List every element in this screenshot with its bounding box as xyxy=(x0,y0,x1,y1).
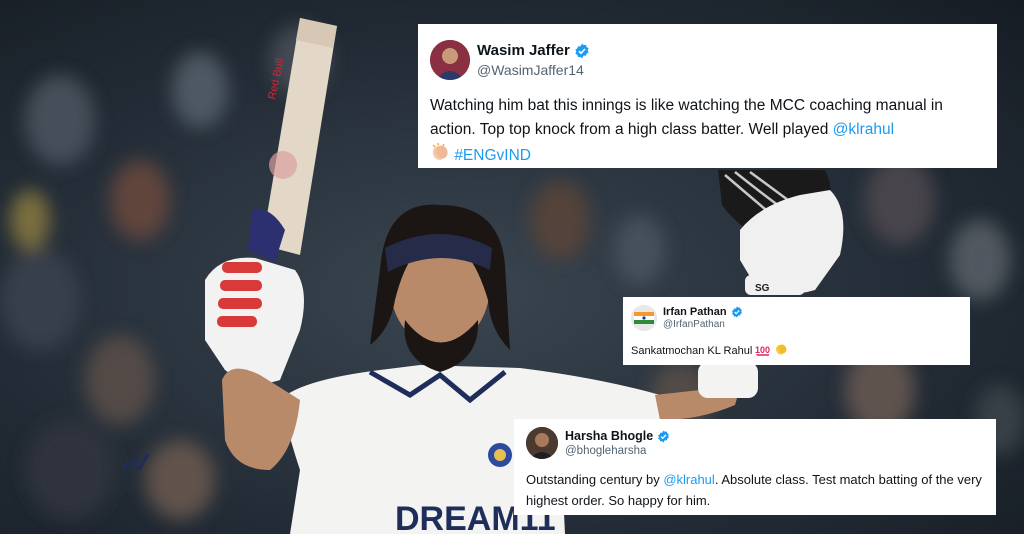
user-handle[interactable]: @WasimJaffer14 xyxy=(477,62,590,78)
display-name[interactable]: Irfan Pathan xyxy=(663,306,727,318)
svg-text:100: 100 xyxy=(755,345,770,355)
india-flag-icon xyxy=(631,305,657,331)
display-name[interactable]: Wasim Jaffer xyxy=(477,42,570,59)
tweet-text: Watching him bat this innings is like wa… xyxy=(430,94,985,168)
display-name[interactable]: Harsha Bhogle xyxy=(565,429,653,443)
verified-badge-icon xyxy=(575,43,589,58)
clapping-hands-icon xyxy=(432,142,448,160)
tweet-card-harsha-bhogle[interactable]: Harsha Bhogle @bhogleharsha Outstanding … xyxy=(514,419,996,515)
user-handle[interactable]: @IrfanPathan xyxy=(663,319,743,330)
tweet-header: Harsha Bhogle @bhogleharsha xyxy=(526,427,984,459)
tweet-text: Outstanding century by @klrahul. Absolut… xyxy=(526,469,984,511)
avatar[interactable] xyxy=(631,305,657,331)
verified-badge-icon xyxy=(731,306,742,318)
user-handle[interactable]: @bhogleharsha xyxy=(565,445,670,457)
hashtag-link[interactable]: #ENGvIND xyxy=(454,147,531,164)
mention-link[interactable]: @klrahul xyxy=(833,121,894,138)
avatar[interactable] xyxy=(430,40,470,80)
india-crest-icon xyxy=(488,443,512,467)
tweet-text: Sankatmochan KL Rahul 100 xyxy=(631,342,962,357)
svg-text:SG: SG xyxy=(755,283,770,294)
tweet-header: Wasim Jaffer @WasimJaffer14 xyxy=(430,40,985,80)
tweet-header: Irfan Pathan @IrfanPathan xyxy=(631,305,962,331)
profile-photo-icon xyxy=(430,40,470,80)
avatar[interactable] xyxy=(526,427,558,459)
clapping-hands-icon xyxy=(776,344,787,355)
profile-photo-icon xyxy=(526,427,558,459)
tweet-body: Sankatmochan KL Rahul xyxy=(631,345,756,357)
tweet-card-wasim-jaffer[interactable]: Wasim Jaffer @WasimJaffer14 Watching him… xyxy=(418,24,997,168)
hundred-points-icon: 100 xyxy=(755,345,770,356)
mention-link[interactable]: @klrahul xyxy=(663,472,715,487)
tweet-body-start: Outstanding century by xyxy=(526,472,664,487)
tweet-card-irfan-pathan[interactable]: Irfan Pathan @IrfanPathan Sankatmochan K… xyxy=(623,297,970,365)
verified-badge-icon xyxy=(658,430,670,442)
